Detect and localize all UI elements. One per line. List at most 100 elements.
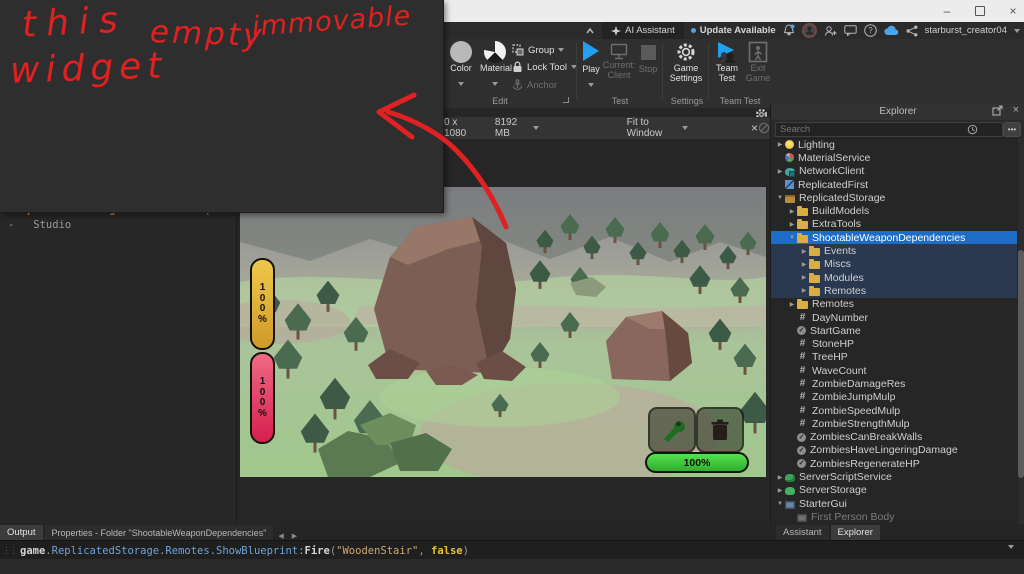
expand-arrow-icon[interactable]: ▼ xyxy=(775,195,785,201)
tree-item-BuildModels[interactable]: ▶BuildModels xyxy=(771,204,1017,217)
update-available-button[interactable]: Update Available xyxy=(691,25,776,36)
scrollbar-thumb[interactable] xyxy=(1018,250,1024,478)
expand-arrow-icon[interactable]: ▼ xyxy=(787,235,797,241)
tab-scroll-arrows[interactable]: ◀ ▶ xyxy=(278,532,300,540)
share-icon[interactable] xyxy=(906,25,918,37)
team-test-button[interactable]: Team Test xyxy=(712,41,742,83)
tree-item-Modules[interactable]: ▶Modules xyxy=(771,271,1017,284)
exit-game-button[interactable]: Exit Game xyxy=(744,41,772,83)
expand-arrow-icon[interactable]: ▶ xyxy=(799,274,809,281)
tree-item-Remotes[interactable]: ▶Remotes xyxy=(771,298,1017,311)
feedback-bubble-icon[interactable] xyxy=(844,25,857,36)
hash-icon: # xyxy=(797,313,808,323)
tree-item-Events[interactable]: ▶Events xyxy=(771,244,1017,257)
search-history-icon[interactable] xyxy=(967,124,978,135)
tree-item-ZombieStrengthMulp[interactable]: #ZombieStrengthMulp xyxy=(771,417,1017,430)
empty-dock-widget[interactable]: this empty immovable widget xyxy=(0,0,444,213)
tree-item-DayNumber[interactable]: #DayNumber xyxy=(771,311,1017,324)
tree-item-ZombiesRegenerateHP[interactable]: ✓ZombiesRegenerateHP xyxy=(771,457,1017,470)
tree-item-TreeHP[interactable]: #TreeHP xyxy=(771,351,1017,364)
tree-item-Remotes[interactable]: ▶Remotes xyxy=(771,284,1017,297)
tab-explorer[interactable]: Explorer xyxy=(831,525,880,540)
tree-item-WaveCount[interactable]: #WaveCount xyxy=(771,364,1017,377)
mute-icon[interactable] xyxy=(758,121,770,135)
tree-item-ZombiesHaveLingeringDamage[interactable]: ✓ZombiesHaveLingeringDamage xyxy=(771,444,1017,457)
stop-button[interactable]: Stop xyxy=(636,43,660,74)
tree-item-Miscs[interactable]: ▶Miscs xyxy=(771,258,1017,271)
notifications-bell-icon[interactable] xyxy=(783,24,795,37)
search-options-button[interactable]: ••• xyxy=(1003,122,1021,137)
tree-item-ServerScriptService[interactable]: ▶ServerScriptService xyxy=(771,470,1017,483)
tree-item-ZombieDamageRes[interactable]: #ZombieDamageRes xyxy=(771,377,1017,390)
lock-tool-button[interactable]: Lock Tool xyxy=(512,61,577,73)
command-bar-caret-icon[interactable] xyxy=(1008,545,1014,549)
device-bar-close-icon[interactable]: × xyxy=(751,121,758,135)
tree-item-MaterialService[interactable]: MaterialService xyxy=(771,151,1017,164)
fit-to-window-dropdown[interactable]: Fit to Window xyxy=(627,117,688,139)
explorer-vscrollbar[interactable] xyxy=(1018,138,1024,524)
add-collaborator-icon[interactable] xyxy=(824,25,837,37)
material-button[interactable]: Material xyxy=(480,41,510,91)
hash-icon: # xyxy=(797,366,808,376)
tab-properties[interactable]: Properties - Folder "ShootableWeaponDepe… xyxy=(45,525,274,540)
tree-item-ExtraTools[interactable]: ▶ExtraTools xyxy=(771,218,1017,231)
color-button[interactable]: Color xyxy=(448,41,474,91)
command-bar[interactable]: ⋮⋮ game.ReplicatedStorage.Remotes.ShowBl… xyxy=(0,540,1024,560)
tree-item-StarterGui[interactable]: ▼StarterGui xyxy=(771,497,1017,510)
anchor-button[interactable]: Anchor xyxy=(512,79,557,91)
expand-arrow-icon[interactable]: ▶ xyxy=(787,208,797,215)
command-bar-code[interactable]: game.ReplicatedStorage.Remotes.ShowBluep… xyxy=(20,545,469,557)
memory-caret-icon xyxy=(533,126,539,130)
expand-arrow-icon[interactable]: ▶ xyxy=(775,474,785,481)
minimize-button[interactable]: – xyxy=(932,0,962,22)
play-button[interactable]: Play xyxy=(578,41,604,92)
tree-item-Lighting[interactable]: ▶Lighting xyxy=(771,138,1017,151)
wrench-button[interactable] xyxy=(648,407,696,453)
help-icon[interactable]: ? xyxy=(864,24,877,37)
tab-assistant[interactable]: Assistant xyxy=(776,525,829,540)
expand-arrow-icon[interactable]: ▶ xyxy=(775,168,785,175)
command-bar-grip[interactable]: ⋮⋮ xyxy=(2,546,16,556)
popout-icon[interactable] xyxy=(992,105,1003,116)
expand-arrow-icon[interactable]: ▶ xyxy=(787,301,797,308)
tree-item-label: ZombiesRegenerateHP xyxy=(810,458,920,470)
close-button[interactable]: × xyxy=(998,0,1024,22)
delete-button[interactable] xyxy=(696,407,744,453)
expand-arrow-icon[interactable]: ▶ xyxy=(775,487,785,494)
chevron-up-icon[interactable] xyxy=(585,27,595,35)
current-client-button[interactable]: Current: Client xyxy=(602,43,636,80)
cloud-sync-icon[interactable] xyxy=(884,25,899,36)
expand-arrow-icon[interactable]: ▼ xyxy=(775,501,785,507)
ai-assistant-button[interactable]: AI Assistant xyxy=(602,22,684,39)
tree-item-ShootableWeaponDependencies[interactable]: ▼ShootableWeaponDependencies xyxy=(771,231,1017,244)
tree-item-NetworkClient[interactable]: ▶NetworkClient xyxy=(771,165,1017,178)
tree-item-ZombieSpeedMulp[interactable]: #ZombieSpeedMulp xyxy=(771,404,1017,417)
trash-icon xyxy=(709,418,731,442)
tree-item-StartGame[interactable]: ✓StartGame xyxy=(771,324,1017,337)
maximize-button[interactable] xyxy=(965,0,995,22)
resolution-label[interactable]: 0 x 1080 xyxy=(444,117,477,139)
tree-item-ServerStorage[interactable]: ▶ServerStorage xyxy=(771,484,1017,497)
user-menu-caret-icon[interactable] xyxy=(1014,29,1020,33)
tree-item-ZombieJumpMulp[interactable]: #ZombieJumpMulp xyxy=(771,391,1017,404)
explorer-close-icon[interactable]: × xyxy=(1013,104,1019,116)
expand-arrow-icon[interactable]: ▶ xyxy=(787,221,797,228)
memory-dropdown[interactable]: 8192 MB xyxy=(495,117,539,139)
tab-output[interactable]: Output xyxy=(0,525,43,540)
game-settings-button[interactable]: Game Settings xyxy=(668,41,704,83)
tree-item-ZombiesCanBreakWalls[interactable]: ✓ZombiesCanBreakWalls xyxy=(771,431,1017,444)
expand-arrow-icon[interactable]: ▶ xyxy=(799,261,809,268)
group-button[interactable]: Group xyxy=(512,44,564,56)
tree-item-ReplicatedStorage[interactable]: ▼ReplicatedStorage xyxy=(771,191,1017,204)
tree-item-First Person Body[interactable]: First Person Body xyxy=(771,510,1017,523)
expand-arrow-icon[interactable]: ▶ xyxy=(799,248,809,255)
username-label[interactable]: starburst_creator04 xyxy=(925,25,1007,36)
tree-item-ReplicatedFirst[interactable]: ReplicatedFirst xyxy=(771,178,1017,191)
edit-dialog-launcher-icon[interactable] xyxy=(563,97,569,103)
folder-icon xyxy=(797,208,808,216)
avatar-icon[interactable] xyxy=(802,23,817,38)
group-caret-icon xyxy=(558,48,564,52)
expand-arrow-icon[interactable]: ▶ xyxy=(799,287,809,294)
tree-item-StoneHP[interactable]: #StoneHP xyxy=(771,337,1017,350)
expand-arrow-icon[interactable]: ▶ xyxy=(775,141,785,148)
